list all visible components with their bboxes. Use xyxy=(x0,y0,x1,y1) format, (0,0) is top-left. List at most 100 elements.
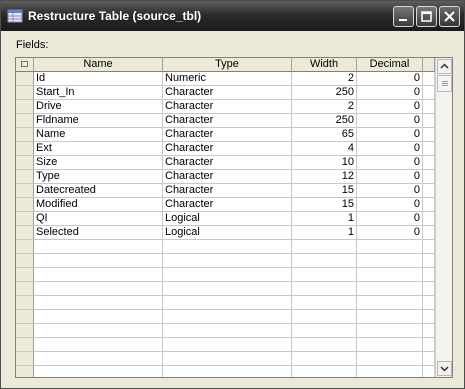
field-decimal-cell[interactable] xyxy=(357,254,423,268)
row-selector[interactable] xyxy=(16,254,34,268)
field-width-cell[interactable] xyxy=(292,254,357,268)
field-type-cell[interactable]: Character xyxy=(163,198,292,212)
field-decimal-cell[interactable] xyxy=(357,296,423,310)
row-selector[interactable] xyxy=(16,212,34,226)
field-decimal-cell[interactable]: 0 xyxy=(357,170,423,184)
field-decimal-cell[interactable] xyxy=(357,338,423,352)
column-header-width[interactable]: Width xyxy=(292,58,357,72)
column-header-type[interactable]: Type xyxy=(163,58,292,72)
field-name-cell[interactable] xyxy=(34,352,163,366)
field-width-cell[interactable]: 15 xyxy=(292,198,357,212)
field-name-cell[interactable] xyxy=(34,366,163,377)
field-name-cell[interactable]: Selected xyxy=(34,226,163,240)
field-type-cell[interactable] xyxy=(163,310,292,324)
field-width-cell[interactable] xyxy=(292,352,357,366)
minimize-button[interactable] xyxy=(393,6,414,27)
field-decimal-cell[interactable] xyxy=(357,282,423,296)
field-decimal-cell[interactable]: 0 xyxy=(357,86,423,100)
field-decimal-cell[interactable]: 0 xyxy=(357,226,423,240)
row-selector[interactable] xyxy=(16,226,34,240)
field-name-cell[interactable]: Drive xyxy=(34,100,163,114)
field-type-cell[interactable] xyxy=(163,338,292,352)
vertical-scrollbar[interactable] xyxy=(435,58,452,377)
field-width-cell[interactable]: 4 xyxy=(292,142,357,156)
field-type-cell[interactable]: Character xyxy=(163,86,292,100)
field-name-cell[interactable] xyxy=(34,338,163,352)
field-width-cell[interactable]: 10 xyxy=(292,156,357,170)
row-selector[interactable] xyxy=(16,366,34,377)
row-selector[interactable] xyxy=(16,296,34,310)
field-decimal-cell[interactable]: 0 xyxy=(357,128,423,142)
field-type-cell[interactable]: Character xyxy=(163,142,292,156)
field-name-cell[interactable]: Size xyxy=(34,156,163,170)
scroll-down-button[interactable] xyxy=(437,361,452,376)
field-type-cell[interactable]: Logical xyxy=(163,212,292,226)
field-width-cell[interactable] xyxy=(292,310,357,324)
field-decimal-cell[interactable] xyxy=(357,268,423,282)
field-width-cell[interactable]: 250 xyxy=(292,114,357,128)
field-type-cell[interactable]: Character xyxy=(163,100,292,114)
field-width-cell[interactable] xyxy=(292,296,357,310)
field-width-cell[interactable]: 2 xyxy=(292,72,357,86)
field-name-cell[interactable] xyxy=(34,240,163,254)
field-decimal-cell[interactable] xyxy=(357,366,423,377)
row-selector[interactable] xyxy=(16,240,34,254)
field-decimal-cell[interactable]: 0 xyxy=(357,184,423,198)
close-button[interactable] xyxy=(439,6,460,27)
row-selector[interactable] xyxy=(16,338,34,352)
field-decimal-cell[interactable] xyxy=(357,352,423,366)
field-width-cell[interactable] xyxy=(292,268,357,282)
row-selector[interactable] xyxy=(16,142,34,156)
field-width-cell[interactable]: 1 xyxy=(292,226,357,240)
field-name-cell[interactable]: Type xyxy=(34,170,163,184)
row-selector[interactable] xyxy=(16,86,34,100)
field-width-cell[interactable] xyxy=(292,282,357,296)
row-selector[interactable] xyxy=(16,184,34,198)
row-selector[interactable] xyxy=(16,170,34,184)
field-width-cell[interactable]: 15 xyxy=(292,184,357,198)
field-width-cell[interactable] xyxy=(292,324,357,338)
field-decimal-cell[interactable]: 0 xyxy=(357,142,423,156)
field-name-cell[interactable]: Ext xyxy=(34,142,163,156)
field-type-cell[interactable] xyxy=(163,352,292,366)
field-name-cell[interactable] xyxy=(34,268,163,282)
field-name-cell[interactable] xyxy=(34,310,163,324)
field-name-cell[interactable]: Modified xyxy=(34,198,163,212)
field-decimal-cell[interactable] xyxy=(357,240,423,254)
field-type-cell[interactable]: Character xyxy=(163,156,292,170)
field-name-cell[interactable]: Fldname xyxy=(34,114,163,128)
field-decimal-cell[interactable]: 0 xyxy=(357,114,423,128)
column-header-name[interactable]: Name xyxy=(34,58,163,72)
field-width-cell[interactable]: 1 xyxy=(292,212,357,226)
field-name-cell[interactable]: Name xyxy=(34,128,163,142)
row-selector[interactable] xyxy=(16,268,34,282)
scrollbar-thumb[interactable] xyxy=(437,75,452,92)
field-type-cell[interactable]: Character xyxy=(163,114,292,128)
title-bar[interactable]: Restructure Table (source_tbl) xyxy=(1,1,464,31)
field-width-cell[interactable]: 12 xyxy=(292,170,357,184)
row-selector[interactable] xyxy=(16,100,34,114)
maximize-button[interactable] xyxy=(416,6,437,27)
field-name-cell[interactable] xyxy=(34,296,163,310)
field-name-cell[interactable]: Id xyxy=(34,72,163,86)
field-type-cell[interactable]: Character xyxy=(163,184,292,198)
field-type-cell[interactable] xyxy=(163,296,292,310)
field-decimal-cell[interactable] xyxy=(357,324,423,338)
field-type-cell[interactable]: Character xyxy=(163,128,292,142)
field-decimal-cell[interactable]: 0 xyxy=(357,212,423,226)
row-selector[interactable] xyxy=(16,114,34,128)
field-width-cell[interactable]: 250 xyxy=(292,86,357,100)
field-decimal-cell[interactable]: 0 xyxy=(357,72,423,86)
field-name-cell[interactable] xyxy=(34,282,163,296)
field-width-cell[interactable]: 65 xyxy=(292,128,357,142)
scroll-up-button[interactable] xyxy=(437,59,452,74)
field-type-cell[interactable] xyxy=(163,268,292,282)
row-selector[interactable] xyxy=(16,156,34,170)
field-name-cell[interactable] xyxy=(34,324,163,338)
field-width-cell[interactable] xyxy=(292,240,357,254)
row-selector[interactable] xyxy=(16,352,34,366)
field-width-cell[interactable]: 2 xyxy=(292,100,357,114)
field-name-cell[interactable] xyxy=(34,254,163,268)
field-name-cell[interactable]: QI xyxy=(34,212,163,226)
field-type-cell[interactable] xyxy=(163,282,292,296)
